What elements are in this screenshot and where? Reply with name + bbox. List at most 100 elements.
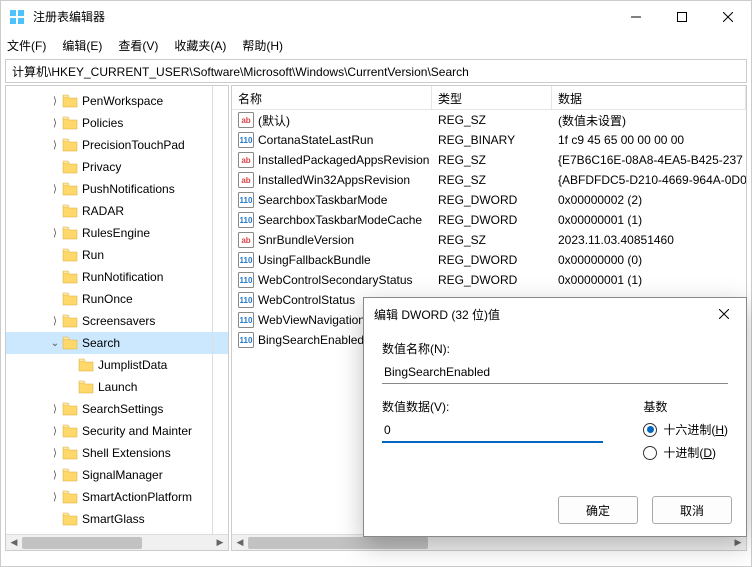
value-data: 0x00000001 (1): [552, 213, 746, 227]
value-data: {ABFDFDC5-D210-4669-964A-0D0: [552, 173, 746, 187]
tree-item-label: RunNotification: [82, 270, 163, 284]
radio-dec[interactable]: 十进制(D): [643, 444, 728, 461]
svg-text:110: 110: [240, 316, 253, 325]
value-type: REG_DWORD: [432, 253, 552, 267]
radio-hex-indicator: [643, 423, 657, 437]
value-data: (数值未设置): [552, 112, 746, 129]
folder-icon: [78, 380, 94, 394]
tree-item-label: SmartGlass: [82, 512, 145, 526]
tree-item-radar[interactable]: RADAR: [6, 200, 228, 222]
expand-toggle[interactable]: ⟩: [48, 426, 62, 437]
maximize-button[interactable]: [659, 1, 705, 33]
menu-view[interactable]: 查看(V): [118, 37, 158, 54]
tree-item-launch[interactable]: Launch: [6, 376, 228, 398]
tree-item-label: Policies: [82, 116, 123, 130]
col-data[interactable]: 数据: [552, 86, 746, 109]
folder-icon: [78, 358, 94, 372]
expand-toggle[interactable]: ⟩: [48, 492, 62, 503]
list-row[interactable]: abInstalledWin32AppsRevisionREG_SZ{ABFDF…: [232, 170, 746, 190]
tree-item-runonce[interactable]: RunOnce: [6, 288, 228, 310]
folder-icon: [62, 468, 78, 482]
expand-toggle[interactable]: ⟩: [48, 448, 62, 459]
tree-item-shell-extensions[interactable]: ⟩Shell Extensions: [6, 442, 228, 464]
base-group: 基数 十六进制(H) 十进制(D): [643, 398, 728, 467]
binary-value-icon: 110: [238, 192, 254, 208]
menu-edit[interactable]: 编辑(E): [62, 37, 102, 54]
tree-hscrollbar[interactable]: ◀▶: [6, 534, 228, 550]
folder-icon: [62, 182, 78, 196]
address-bar[interactable]: 计算机\HKEY_CURRENT_USER\Software\Microsoft…: [5, 59, 747, 83]
expand-toggle[interactable]: ⟩: [48, 184, 62, 195]
cancel-button[interactable]: 取消: [652, 496, 732, 524]
list-row[interactable]: 110CortanaStateLastRunREG_BINARY1f c9 45…: [232, 130, 746, 150]
tree-item-security-and-mainter[interactable]: ⟩Security and Mainter: [6, 420, 228, 442]
value-name: InstalledWin32AppsRevision: [258, 173, 410, 187]
menu-favorites[interactable]: 收藏夹(A): [174, 37, 226, 54]
tree-item-jumplistdata[interactable]: JumplistData: [6, 354, 228, 376]
value-type: REG_SZ: [432, 233, 552, 247]
expand-toggle[interactable]: ⟩: [48, 228, 62, 239]
edit-dword-dialog: 编辑 DWORD (32 位)值 数值名称(N): 数值数据(V): 基数 十六…: [363, 297, 747, 537]
tree-item-run[interactable]: Run: [6, 244, 228, 266]
tree-item-policies[interactable]: ⟩ Policies: [6, 112, 228, 134]
tree-item-rulesengine[interactable]: ⟩RulesEngine: [6, 222, 228, 244]
tree-item-smartactionplatform[interactable]: ⟩SmartActionPlatform: [6, 486, 228, 508]
value-name: UsingFallbackBundle: [258, 253, 371, 267]
tree-vscrollbar[interactable]: [212, 86, 228, 534]
list-row[interactable]: abSnrBundleVersionREG_SZ2023.11.03.40851…: [232, 230, 746, 250]
tree-item-searchsettings[interactable]: ⟩ SearchSettings: [6, 398, 228, 420]
tree-panel: ⟩PenWorkspace⟩Policies⟩PrecisionTouchPad…: [5, 85, 229, 551]
tree-item-privacy[interactable]: Privacy: [6, 156, 228, 178]
tree-item-label: RADAR: [82, 204, 124, 218]
list-row[interactable]: 110SearchboxTaskbarModeREG_DWORD0x000000…: [232, 190, 746, 210]
list-row[interactable]: 110SearchboxTaskbarModeCacheREG_DWORD0x0…: [232, 210, 746, 230]
value-name-input[interactable]: [382, 361, 728, 384]
expand-toggle[interactable]: ⟩: [48, 140, 62, 151]
expand-toggle[interactable]: ⟩: [48, 404, 62, 415]
radio-hex[interactable]: 十六进制(H): [643, 421, 728, 438]
ok-button[interactable]: 确定: [558, 496, 638, 524]
expand-toggle[interactable]: ⟩: [48, 470, 62, 481]
list-row[interactable]: 110WebControlSecondaryStatusREG_DWORD0x0…: [232, 270, 746, 290]
string-value-icon: ab: [238, 232, 254, 248]
expand-toggle[interactable]: ⟩: [48, 96, 62, 107]
menu-help[interactable]: 帮助(H): [242, 37, 283, 54]
tree-item-precisiontouchpad[interactable]: ⟩PrecisionTouchPad: [6, 134, 228, 156]
tree-item-search[interactable]: ⌄Search: [6, 332, 228, 354]
tree-item-label: Launch: [98, 380, 137, 394]
binary-value-icon: 110: [238, 212, 254, 228]
menu-file[interactable]: 文件(F): [7, 37, 46, 54]
tree-item-signalmanager[interactable]: ⟩SignalManager: [6, 464, 228, 486]
list-row[interactable]: 110UsingFallbackBundleREG_DWORD0x0000000…: [232, 250, 746, 270]
tree-item-pushnotifications[interactable]: ⟩PushNotifications: [6, 178, 228, 200]
tree-item-runnotification[interactable]: RunNotification: [6, 266, 228, 288]
list-row[interactable]: abInstalledPackagedAppsRevisionREG_SZ{E7…: [232, 150, 746, 170]
svg-text:110: 110: [240, 256, 253, 265]
value-type: REG_SZ: [432, 173, 552, 187]
expand-toggle[interactable]: ⟩: [48, 316, 62, 327]
folder-icon: [62, 446, 78, 460]
expand-toggle[interactable]: ⌄: [48, 338, 62, 349]
value-data-input[interactable]: [382, 419, 603, 443]
tree-item-label: SearchSettings: [82, 402, 163, 416]
folder-icon: [62, 116, 78, 130]
svg-text:110: 110: [240, 296, 253, 305]
dialog-close-button[interactable]: [712, 302, 736, 326]
col-name[interactable]: 名称: [232, 86, 432, 109]
binary-value-icon: 110: [238, 272, 254, 288]
minimize-button[interactable]: [613, 1, 659, 33]
value-name: WebControlSecondaryStatus: [258, 273, 413, 287]
folder-icon: [62, 512, 78, 526]
col-type[interactable]: 类型: [432, 86, 552, 109]
tree-item-penworkspace[interactable]: ⟩PenWorkspace: [6, 90, 228, 112]
folder-icon: [62, 160, 78, 174]
value-data: {E7B6C16E-08A8-4EA5-B425-237: [552, 153, 746, 167]
list-row[interactable]: ab(默认)REG_SZ(数值未设置): [232, 110, 746, 130]
close-button[interactable]: [705, 1, 751, 33]
folder-icon: [62, 292, 78, 306]
svg-text:ab: ab: [241, 156, 250, 165]
tree-item-screensavers[interactable]: ⟩Screensavers: [6, 310, 228, 332]
value-name: WebControlStatus: [258, 293, 355, 307]
expand-toggle[interactable]: ⟩: [48, 118, 62, 129]
tree-item-smartglass[interactable]: SmartGlass: [6, 508, 228, 530]
